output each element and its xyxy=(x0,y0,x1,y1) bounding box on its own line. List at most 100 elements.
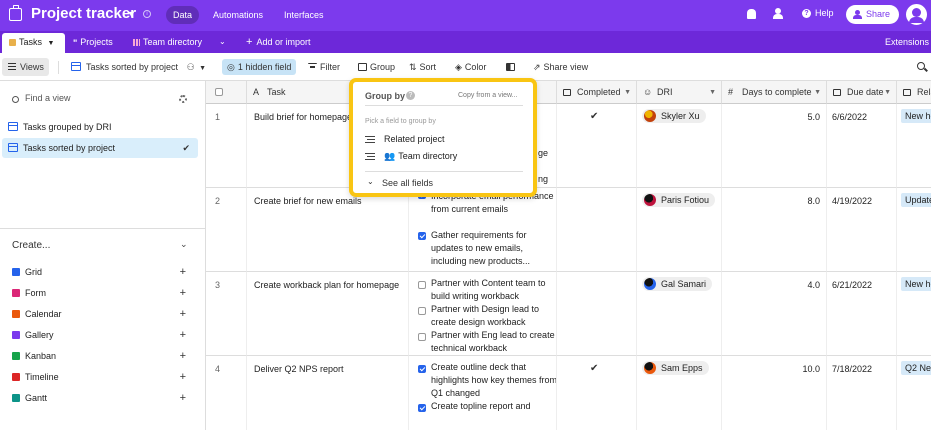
chevron-down-icon[interactable]: ▼ xyxy=(127,9,136,19)
help-link[interactable]: Help xyxy=(815,8,834,18)
nav-tab-interfaces[interactable]: Interfaces xyxy=(277,6,331,24)
column-label: Completed xyxy=(577,87,621,97)
chevron-down-icon[interactable]: ▼ xyxy=(814,81,821,103)
collaborators-icon[interactable] xyxy=(773,8,783,20)
subtask-checkbox[interactable] xyxy=(418,333,426,341)
due-date-cell[interactable]: 4/19/2022 xyxy=(827,188,897,272)
plus-icon: + xyxy=(179,287,186,299)
share-view-button[interactable]: ⇗ Share view xyxy=(533,59,588,75)
related-cell[interactable]: New ho xyxy=(897,272,931,356)
dri-cell[interactable]: Gal Samari xyxy=(637,272,722,356)
nav-tab-data[interactable]: Data xyxy=(166,6,200,24)
filter-button[interactable]: Filter xyxy=(308,59,340,75)
subtask-checkbox[interactable] xyxy=(418,307,426,315)
related-cell[interactable]: Update xyxy=(897,188,931,272)
chevron-down-icon[interactable]: ▼ xyxy=(709,81,716,103)
create-calendar-view[interactable]: Calendar + xyxy=(12,307,192,321)
column-header-days-to-complete[interactable]: # Days to complete ▼ xyxy=(722,81,827,104)
chevron-down-icon[interactable]: ▼ xyxy=(884,81,891,103)
days-cell[interactable]: 10.0 xyxy=(722,356,827,430)
view-switcher[interactable]: Tasks sorted by project ⚇ ▼ xyxy=(71,59,206,75)
add-or-import-button[interactable]: + Add or import xyxy=(246,31,310,53)
due-date-cell[interactable]: 6/21/2022 xyxy=(827,272,897,356)
more-tables-chevron-icon[interactable]: ⌄ xyxy=(219,31,226,53)
sidebar-view-tasks-grouped-by-dri[interactable]: Tasks grouped by DRI xyxy=(2,117,198,137)
find-view-input[interactable]: Find a view xyxy=(25,93,71,103)
dri-cell[interactable]: Sam Epps xyxy=(637,356,722,430)
column-header-dri[interactable]: ☺ DRI ▼ xyxy=(637,81,722,104)
bell-icon[interactable] xyxy=(747,9,756,19)
column-header-due-date[interactable]: Due date ▼ xyxy=(827,81,897,104)
column-header-completed[interactable]: Completed ▼ xyxy=(557,81,637,104)
tab-tasks[interactable]: Tasks ▼ xyxy=(2,33,65,53)
views-toggle-button[interactable]: Views xyxy=(2,58,49,76)
nav-tab-automations[interactable]: Automations xyxy=(206,6,270,24)
days-cell[interactable]: 8.0 xyxy=(722,188,827,272)
chevron-down-icon[interactable]: ▼ xyxy=(624,81,631,103)
task-cell[interactable]: Deliver Q2 NPS report xyxy=(247,356,409,430)
tab-team-directory[interactable]: Team directory xyxy=(133,31,202,53)
column-label: Rela xyxy=(917,87,931,97)
subtask-checkbox[interactable] xyxy=(418,365,426,373)
completed-cell[interactable]: ✔ xyxy=(557,104,637,188)
create-grid-view[interactable]: Grid + xyxy=(12,265,192,279)
filter-icon xyxy=(308,63,317,71)
create-gallery-view[interactable]: Gallery + xyxy=(12,328,192,342)
task-cell[interactable]: Create workback plan for homepage xyxy=(247,272,409,356)
days-cell[interactable]: 5.0 xyxy=(722,104,827,188)
subtask-checkbox[interactable] xyxy=(418,232,426,240)
create-gantt-view[interactable]: Gantt + xyxy=(12,391,192,405)
chevron-down-icon[interactable]: ⌄ xyxy=(180,239,188,250)
sort-button[interactable]: ⇅ Sort xyxy=(409,59,436,75)
completed-cell[interactable]: ✔ xyxy=(557,356,637,430)
column-header-related[interactable]: Rela xyxy=(897,81,931,104)
help-icon[interactable]: ? xyxy=(802,9,811,18)
text-field-icon: A xyxy=(253,87,260,97)
create-form-view[interactable]: Form + xyxy=(12,286,192,300)
create-section-title[interactable]: Create... xyxy=(12,240,50,251)
subtasks-cell[interactable]: Create outline deck that highlights how … xyxy=(409,356,557,430)
chevron-down-icon[interactable]: ▼ xyxy=(48,40,55,47)
app-title[interactable]: Project tracker xyxy=(31,5,136,22)
see-all-fields-button[interactable]: ⌄ See all fields xyxy=(365,177,433,188)
due-date-cell[interactable]: 7/18/2022 xyxy=(827,356,897,430)
dri-chip: Gal Samari xyxy=(642,277,713,291)
group-option-team-directory[interactable]: 👥 Team directory xyxy=(365,150,457,162)
row-height-button[interactable] xyxy=(506,59,518,75)
create-timeline-view[interactable]: Timeline + xyxy=(12,370,192,384)
select-all-header[interactable] xyxy=(206,81,247,104)
task-cell[interactable]: Create brief for new emails xyxy=(247,188,409,272)
completed-cell[interactable] xyxy=(557,188,637,272)
copy-from-view-link[interactable]: Copy from a view... xyxy=(458,92,518,99)
create-kanban-view[interactable]: Kanban + xyxy=(12,349,192,363)
gear-icon[interactable] xyxy=(179,95,187,103)
row-number: 4 xyxy=(206,356,247,430)
extensions-button[interactable]: Extensions xyxy=(885,31,929,53)
dri-cell[interactable]: Skyler Xu xyxy=(637,104,722,188)
info-icon[interactable]: i xyxy=(143,10,151,18)
due-date-cell[interactable]: 6/6/2022 xyxy=(827,104,897,188)
completed-cell[interactable] xyxy=(557,272,637,356)
group-button[interactable]: Group xyxy=(358,59,395,75)
related-cell[interactable]: Q2 Net xyxy=(897,356,931,430)
subtask-checkbox[interactable] xyxy=(418,404,426,412)
add-or-import-label: Add or import xyxy=(256,37,311,47)
hide-fields-button[interactable]: ◎ 1 hidden field xyxy=(222,59,297,75)
dri-chip: Sam Epps xyxy=(642,361,709,375)
subtasks-cell[interactable]: Partner with Content team to build writi… xyxy=(409,272,557,356)
plus-icon: + xyxy=(179,371,186,383)
search-icon[interactable] xyxy=(917,62,925,70)
user-avatar[interactable] xyxy=(906,4,927,25)
days-cell[interactable]: 4.0 xyxy=(722,272,827,356)
color-button[interactable]: ◈ Color xyxy=(455,59,486,75)
subtask-checkbox[interactable] xyxy=(418,281,426,289)
help-icon[interactable]: ? xyxy=(406,91,415,100)
sidebar-view-tasks-sorted-by-project[interactable]: Tasks sorted by project ✔ xyxy=(2,138,198,158)
tab-projects[interactable]: " Projects xyxy=(73,31,113,53)
subtasks-cell[interactable]: Incorporate email performance from curre… xyxy=(409,188,557,272)
dri-cell[interactable]: Paris Fotiou xyxy=(637,188,722,272)
group-option-related-project[interactable]: Related project xyxy=(365,133,445,145)
select-all-checkbox[interactable] xyxy=(215,88,223,96)
share-button[interactable]: Share xyxy=(846,5,899,24)
related-cell[interactable]: New ho xyxy=(897,104,931,188)
